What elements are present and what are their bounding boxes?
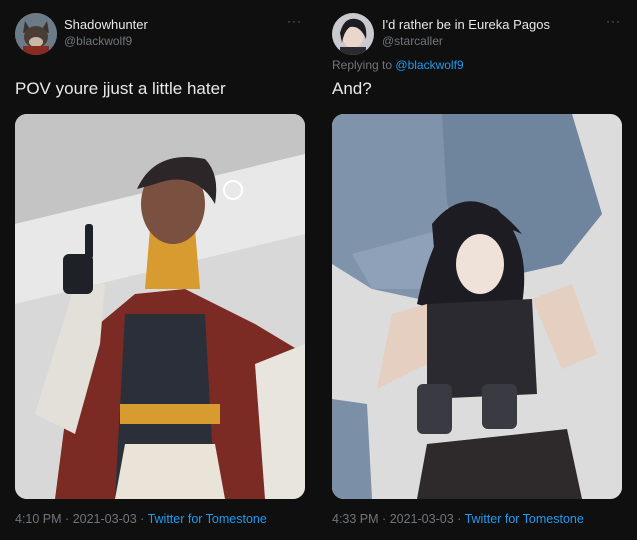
avatar[interactable] <box>15 13 57 55</box>
display-name[interactable]: I'd rather be in Eureka Pagos <box>382 17 550 32</box>
tweet-image[interactable] <box>332 114 622 499</box>
tweet-meta: 4:10 PM · 2021-03-03 · Twitter for Tomes… <box>15 512 267 526</box>
user-handle[interactable]: @blackwolf9 <box>64 34 132 48</box>
tweet-source-link[interactable]: Twitter for Tomestone <box>465 512 584 526</box>
tweet-time[interactable]: 4:10 PM <box>15 512 62 526</box>
replying-to: Replying to @blackwolf9 <box>332 58 464 72</box>
avatar[interactable] <box>332 13 374 55</box>
more-options-icon[interactable]: ··· <box>287 14 302 28</box>
more-options-icon[interactable]: ··· <box>606 14 621 28</box>
tweet-image[interactable] <box>15 114 305 499</box>
tweet-source-link[interactable]: Twitter for Tomestone <box>148 512 267 526</box>
tweet-date[interactable]: 2021-03-03 <box>390 512 454 526</box>
separator: · <box>65 512 70 526</box>
user-handle[interactable]: @starcaller <box>382 34 443 48</box>
replying-prefix: Replying to <box>332 58 393 72</box>
separator: · <box>140 512 145 526</box>
separator: · <box>457 512 462 526</box>
tweet-card: Shadowhunter @blackwolf9 ··· POV youre j… <box>0 0 318 540</box>
display-name[interactable]: Shadowhunter <box>64 17 148 32</box>
tweet-time[interactable]: 4:33 PM <box>332 512 379 526</box>
tweet-date[interactable]: 2021-03-03 <box>73 512 137 526</box>
separator: · <box>382 512 387 526</box>
replying-to-link[interactable]: @blackwolf9 <box>395 58 463 72</box>
tweet-meta: 4:33 PM · 2021-03-03 · Twitter for Tomes… <box>332 512 584 526</box>
tweet-card: I'd rather be in Eureka Pagos @starcalle… <box>318 0 637 540</box>
tweet-text: And? <box>332 79 372 98</box>
tweet-text: POV youre jjust a little hater <box>15 79 226 98</box>
